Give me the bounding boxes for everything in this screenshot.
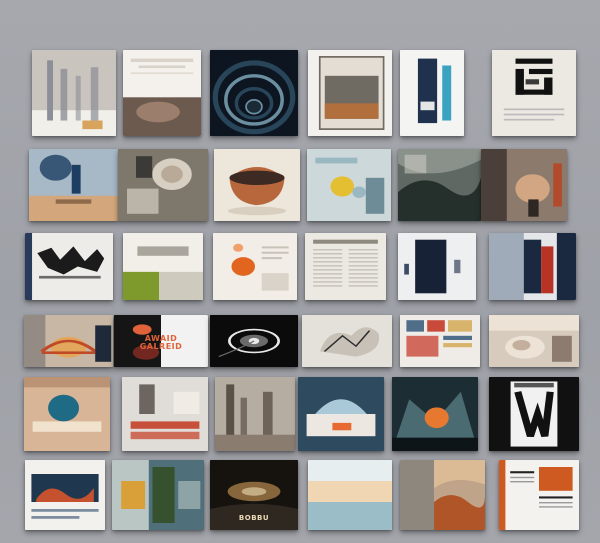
card-glyph-poster bbox=[492, 50, 576, 136]
image-collage-wall: AWAID GALREID BOBBU bbox=[0, 0, 600, 543]
card-dark-landscape: BOBBU bbox=[210, 460, 298, 530]
card-sky-gradient bbox=[308, 460, 392, 530]
card-bowl-still-life bbox=[214, 149, 300, 221]
card-copper-waves bbox=[400, 460, 485, 530]
card-swatch-grid bbox=[400, 315, 480, 367]
card-text-hand bbox=[123, 50, 201, 136]
card-planet-cutout bbox=[24, 377, 110, 451]
card-mist-city bbox=[215, 377, 295, 451]
card-framed-photo bbox=[308, 50, 392, 136]
card-typography-wordmark bbox=[25, 233, 113, 300]
card-city-towers bbox=[32, 50, 116, 136]
card-dark-swirl bbox=[210, 315, 298, 367]
card-green-strip bbox=[123, 233, 203, 300]
card-fountain-pipes bbox=[122, 377, 208, 451]
card-dome-city bbox=[298, 377, 384, 451]
card-red-panels bbox=[489, 233, 576, 300]
card-bird-sketch bbox=[302, 315, 392, 367]
card-orange-dots bbox=[213, 233, 297, 300]
card-orbiting-figure bbox=[29, 149, 118, 221]
card-floral-room bbox=[489, 315, 579, 367]
card-color-blocks bbox=[112, 460, 204, 530]
card-spiral-tunnel bbox=[210, 50, 298, 136]
card-orange-orb bbox=[392, 377, 478, 451]
card-award-title: AWAID GALREID bbox=[114, 315, 208, 367]
card-sunset-bridge bbox=[24, 315, 113, 367]
card-coral-map bbox=[25, 460, 105, 530]
card-book-spread bbox=[499, 460, 579, 530]
card-yellow-blob bbox=[307, 149, 391, 221]
card-navy-box bbox=[398, 233, 476, 300]
card-article-layout bbox=[305, 233, 386, 300]
card-ink-wash bbox=[398, 149, 481, 221]
card-sketch-collage bbox=[118, 149, 208, 221]
card-sepia-montage bbox=[481, 149, 567, 221]
card-blue-panels bbox=[400, 50, 464, 136]
card-letter-poster bbox=[489, 377, 579, 451]
